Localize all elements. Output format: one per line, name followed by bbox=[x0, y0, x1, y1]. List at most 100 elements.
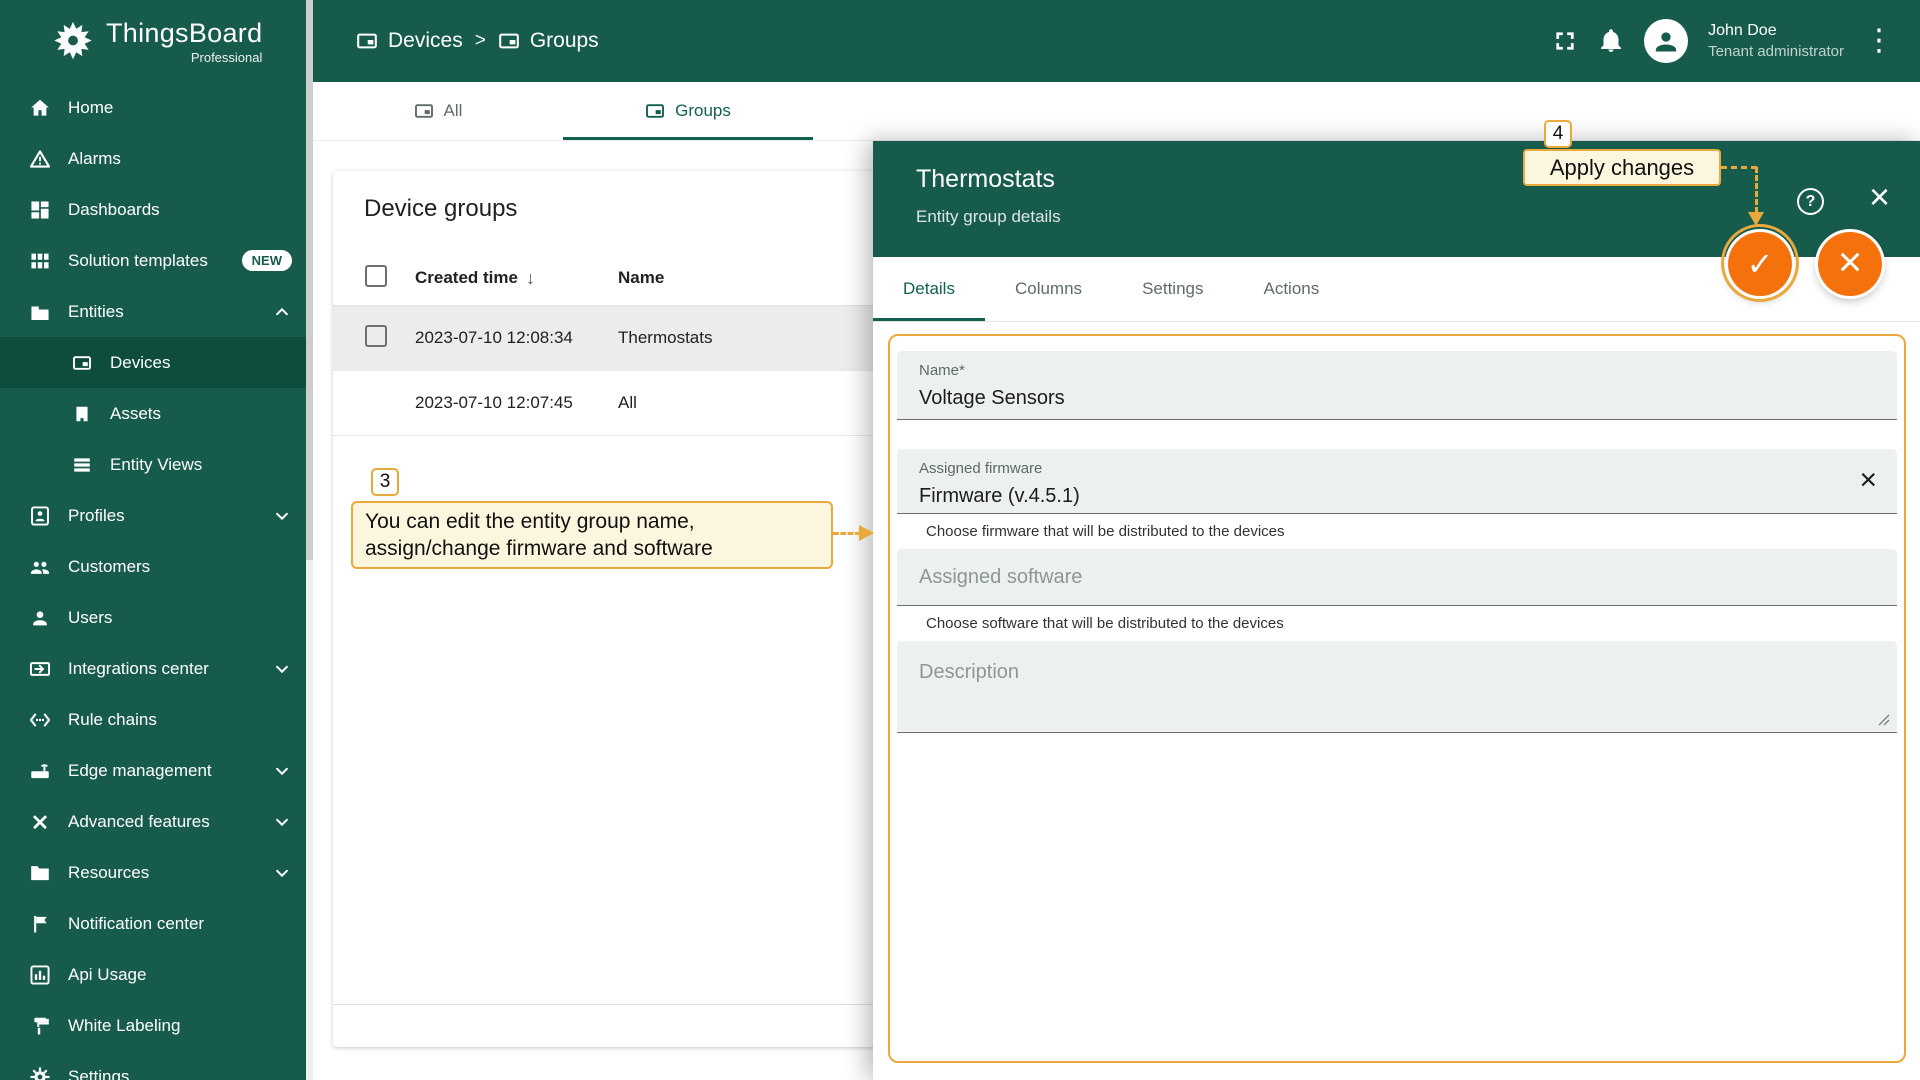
sidebar-item-solution-templates[interactable]: Solution templates NEW bbox=[0, 235, 306, 286]
column-created-time[interactable]: Created time bbox=[415, 268, 518, 288]
app-edition: Professional bbox=[190, 49, 263, 65]
edge-router-icon bbox=[28, 759, 52, 783]
breadcrumb-groups[interactable]: Groups bbox=[498, 29, 599, 53]
chevron-up-icon bbox=[272, 302, 292, 322]
sidebar-item-resources[interactable]: Resources bbox=[0, 847, 306, 898]
sidebar-item-label: Profiles bbox=[68, 505, 125, 525]
sidebar-item-customers[interactable]: Customers bbox=[0, 541, 306, 592]
sort-desc-icon[interactable]: ↓ bbox=[526, 268, 535, 289]
avatar[interactable] bbox=[1644, 19, 1689, 63]
app-name: ThingsBoard bbox=[106, 17, 263, 48]
sidebar-item-white-labeling[interactable]: White Labeling bbox=[0, 1000, 306, 1051]
breadcrumb-label: Groups bbox=[529, 29, 599, 52]
row-checkbox[interactable] bbox=[365, 324, 387, 347]
firmware-value: Firmware (v.4.5.1) bbox=[919, 485, 1080, 507]
thingsboard-logo-icon bbox=[52, 20, 94, 62]
firmware-hint: Choose firmware that will be distributed… bbox=[926, 523, 1285, 540]
sidebar-item-advanced-features[interactable]: Advanced features bbox=[0, 796, 306, 847]
sidebar-item-profiles[interactable]: Profiles bbox=[0, 490, 306, 541]
sidebar-nav: Home Alarms Dashboards Solution template… bbox=[0, 82, 306, 1080]
software-hint: Choose software that will be distributed… bbox=[926, 615, 1284, 632]
breadcrumb-separator: > bbox=[474, 30, 486, 51]
sidebar-item-edge-management[interactable]: Edge management bbox=[0, 745, 306, 796]
devices-icon bbox=[414, 101, 434, 121]
sidebar-item-dashboards[interactable]: Dashboards bbox=[0, 184, 306, 235]
assets-icon bbox=[70, 402, 94, 426]
fullscreen-icon[interactable] bbox=[1552, 28, 1578, 54]
name-value: Voltage Sensors bbox=[919, 387, 1065, 409]
app-logo[interactable]: ThingsBoard Professional bbox=[0, 0, 306, 82]
sidebar-item-rule-chains[interactable]: Rule chains bbox=[0, 694, 306, 745]
clear-firmware-icon[interactable]: × bbox=[1859, 463, 1877, 497]
tab-settings[interactable]: Settings bbox=[1112, 257, 1233, 321]
notifications-bell-icon[interactable] bbox=[1598, 28, 1624, 54]
step-3-connector-line bbox=[833, 532, 861, 535]
tab-groups[interactable]: Groups bbox=[563, 82, 813, 140]
step-4-callout: Apply changes bbox=[1523, 149, 1721, 186]
chart-icon bbox=[28, 963, 52, 987]
devices-icon bbox=[498, 30, 520, 52]
devices-icon bbox=[356, 30, 378, 52]
sidebar-item-entity-views[interactable]: Entity Views bbox=[0, 439, 306, 490]
sidebar-item-entities[interactable]: Entities bbox=[0, 286, 306, 337]
description-field[interactable]: Description bbox=[897, 641, 1897, 733]
sidebar-item-label: Solution templates bbox=[68, 250, 208, 270]
profiles-icon bbox=[28, 504, 52, 528]
sidebar-item-integrations-center[interactable]: Integrations center bbox=[0, 643, 306, 694]
kebab-menu-icon[interactable]: ⋮ bbox=[1864, 26, 1894, 56]
scrollbar-thumb[interactable] bbox=[306, 0, 313, 560]
cell-created-time: 2023-07-10 12:08:34 bbox=[415, 328, 573, 347]
chevron-down-icon bbox=[272, 761, 292, 781]
top-bar: Devices > Groups John Doe Tenant adminis… bbox=[313, 0, 1920, 82]
drawer-title: Thermostats bbox=[916, 165, 1055, 193]
user-block[interactable]: John Doe Tenant administrator bbox=[1708, 20, 1844, 62]
form-highlight-outline: Name* Voltage Sensors Assigned firmware … bbox=[888, 334, 1906, 1063]
tab-all[interactable]: All bbox=[313, 82, 563, 140]
resize-handle[interactable] bbox=[1878, 714, 1890, 726]
sidebar-item-api-usage[interactable]: Api Usage bbox=[0, 949, 306, 1000]
close-icon[interactable]: × bbox=[1869, 177, 1890, 217]
help-icon[interactable]: ? bbox=[1797, 188, 1824, 215]
sidebar-item-devices[interactable]: Devices bbox=[0, 337, 306, 388]
sidebar-item-label: White Labeling bbox=[68, 1015, 181, 1035]
solution-templates-icon bbox=[28, 249, 52, 273]
close-icon: × bbox=[1837, 237, 1863, 285]
flag-icon bbox=[28, 912, 52, 936]
sidebar-item-notification-center[interactable]: Notification center bbox=[0, 898, 306, 949]
name-field[interactable]: Name* Voltage Sensors bbox=[897, 351, 1897, 420]
sidebar-item-label: Dashboards bbox=[68, 199, 160, 219]
step-4-connector-line-vertical bbox=[1755, 167, 1758, 213]
step-3-badge: 3 bbox=[371, 468, 399, 496]
devices-icon bbox=[70, 351, 94, 375]
apply-button-highlight-ring bbox=[1721, 224, 1799, 302]
sidebar-item-assets[interactable]: Assets bbox=[0, 388, 306, 439]
tab-columns[interactable]: Columns bbox=[985, 257, 1112, 321]
sidebar-item-home[interactable]: Home bbox=[0, 82, 306, 133]
paint-icon bbox=[28, 1014, 52, 1038]
tab-details[interactable]: Details bbox=[873, 257, 985, 321]
assigned-firmware-field[interactable]: Assigned firmware Firmware (v.4.5.1) × bbox=[897, 449, 1897, 514]
sidebar-item-label: Settings bbox=[68, 1066, 130, 1080]
firmware-label: Assigned firmware bbox=[919, 460, 1043, 477]
sidebar-item-label: Api Usage bbox=[68, 964, 147, 984]
tab-label: Groups bbox=[675, 101, 731, 120]
customers-icon bbox=[28, 555, 52, 579]
sidebar-item-alarms[interactable]: Alarms bbox=[0, 133, 306, 184]
sidebar-item-users[interactable]: Users bbox=[0, 592, 306, 643]
cancel-changes-button[interactable]: × bbox=[1818, 232, 1882, 296]
entity-views-icon bbox=[70, 453, 94, 477]
sidebar-item-settings[interactable]: Settings bbox=[0, 1051, 306, 1080]
integrations-icon bbox=[28, 657, 52, 681]
sidebar-item-label: Resources bbox=[68, 862, 150, 882]
chevron-down-icon bbox=[272, 812, 292, 832]
tools-icon bbox=[28, 810, 52, 834]
breadcrumb-devices[interactable]: Devices bbox=[356, 29, 463, 53]
tab-actions[interactable]: Actions bbox=[1234, 257, 1350, 321]
help-glyph: ? bbox=[1805, 192, 1816, 210]
sidebar-item-label: Advanced features bbox=[68, 811, 210, 831]
select-all-checkbox[interactable] bbox=[365, 264, 387, 287]
sidebar-scrollbar[interactable] bbox=[306, 0, 313, 1080]
assigned-software-field[interactable]: Assigned software bbox=[897, 549, 1897, 606]
sidebar-item-label: Rule chains bbox=[68, 709, 157, 729]
chevron-down-icon bbox=[272, 863, 292, 883]
